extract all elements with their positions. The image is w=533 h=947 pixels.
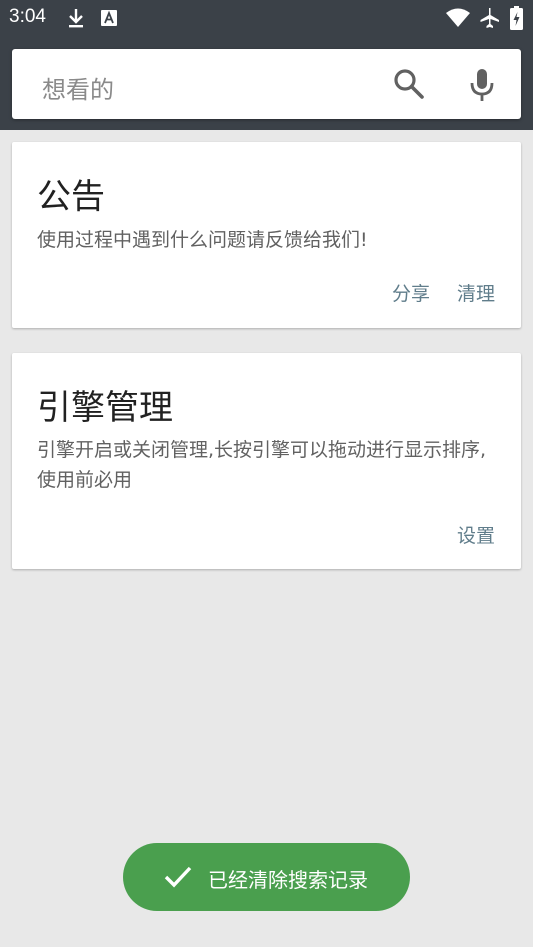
a-notification-icon bbox=[101, 10, 117, 30]
card-title: 引擎管理 bbox=[37, 388, 173, 428]
search-bar[interactable]: 想看的 bbox=[12, 49, 521, 119]
card-description: 引擎开启或关闭管理,长按引擎可以拖动进行显示排序,使用前必用 bbox=[37, 439, 487, 491]
card-description: 使用过程中遇到什么问题请反馈给我们! bbox=[37, 229, 368, 251]
toast-message: 已经清除搜索记录 bbox=[123, 843, 410, 911]
wifi-icon bbox=[446, 8, 470, 32]
announcement-card: 公告 使用过程中遇到什么问题请反馈给我们! 分享 清理 bbox=[12, 142, 521, 328]
toast-text: 已经清除搜索记录 bbox=[208, 868, 368, 892]
share-button[interactable]: 分享 bbox=[392, 279, 430, 306]
settings-button[interactable]: 设置 bbox=[457, 521, 495, 548]
card-title: 公告 bbox=[37, 177, 105, 217]
clear-button[interactable]: 清理 bbox=[457, 279, 495, 306]
airplane-mode-icon bbox=[478, 7, 500, 33]
search-icon[interactable] bbox=[392, 67, 426, 101]
microphone-icon[interactable] bbox=[467, 67, 497, 103]
engine-management-card: 引擎管理 引擎开启或关闭管理,长按引擎可以拖动进行显示排序,使用前必用 设置 bbox=[12, 353, 521, 569]
battery-charging-icon bbox=[510, 6, 523, 34]
download-icon bbox=[66, 7, 86, 33]
check-icon bbox=[163, 863, 193, 891]
search-input[interactable]: 想看的 bbox=[42, 70, 114, 105]
status-bar: 3:04 bbox=[0, 0, 533, 37]
status-time: 3:04 bbox=[9, 6, 46, 27]
